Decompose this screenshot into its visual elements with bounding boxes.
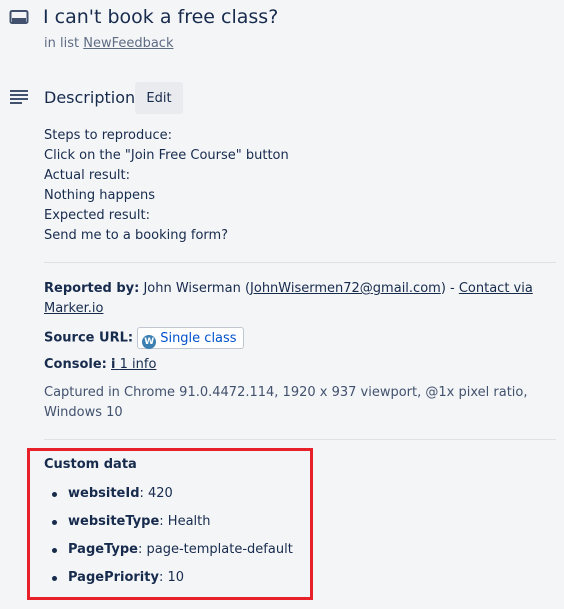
custom-data-title: Custom data — [44, 457, 137, 472]
custom-data-item: PageType: page-template-default — [44, 540, 293, 568]
description-body: Steps to reproduce: Click on the "Join F… — [44, 126, 556, 246]
custom-data-item: PagePriority: 10 — [44, 568, 293, 596]
description-line: Click on the "Join Free Course" button — [44, 148, 289, 163]
description-line: Expected result: — [44, 208, 150, 223]
reported-by-line: Reported by: John Wiserman (JohnWisermen… — [44, 281, 533, 316]
edit-description-button[interactable]: Edit — [135, 82, 183, 114]
captured-info: Captured in Chrome 91.0.4472.114, 1920 x… — [44, 385, 528, 420]
custom-data-key: PageType — [68, 542, 138, 557]
console-info-text: 1 info — [119, 357, 157, 372]
divider — [44, 439, 556, 440]
bullet-icon — [52, 492, 57, 497]
card-title: I can't book a free class? — [43, 6, 279, 28]
reporter-email-link[interactable]: JohnWisermen72@gmail.com — [250, 281, 441, 296]
list-name-link[interactable]: NewFeedback — [83, 36, 173, 51]
divider — [44, 262, 556, 263]
in-list-prefix: in list — [44, 36, 80, 51]
description-line: Steps to reproduce: — [44, 128, 173, 143]
bullet-icon — [52, 520, 57, 525]
reported-by-label: Reported by: — [44, 281, 140, 296]
description-heading: Description — [44, 88, 136, 107]
custom-data-value: Health — [167, 514, 211, 529]
console-label: Console: — [44, 357, 107, 372]
console-info-link[interactable]: i 1 info — [111, 357, 156, 372]
custom-data-key: websiteType — [68, 514, 160, 529]
custom-data-value: 10 — [167, 570, 185, 585]
source-url-label: Source URL: — [44, 330, 134, 346]
custom-data-value: 420 — [148, 486, 173, 501]
description-line: Nothing happens — [44, 188, 155, 203]
custom-data-item: websiteId: 420 — [44, 484, 293, 512]
source-url-text: Single class — [160, 331, 237, 346]
card-icon — [9, 10, 29, 24]
custom-data-item: websiteType: Health — [44, 512, 293, 540]
custom-data-key: websiteId — [68, 486, 140, 501]
console-line: Console: i 1 info — [44, 355, 556, 375]
in-list-line: in list NewFeedback — [44, 36, 173, 51]
bullet-icon — [52, 576, 57, 581]
description-line: Actual result: — [44, 168, 131, 183]
description-lines-icon — [10, 90, 28, 104]
description-line: Send me to a booking form? — [44, 228, 229, 243]
info-icon: i — [111, 357, 116, 372]
custom-data-value: page-template-default — [146, 542, 293, 557]
custom-data-key: PagePriority — [68, 570, 159, 585]
source-url-line: Source URL: W Single class — [44, 327, 556, 349]
source-url-pill[interactable]: W Single class — [137, 327, 244, 349]
reporter-name: John Wiserman — [143, 281, 241, 296]
wordpress-icon: W — [142, 335, 157, 349]
bullet-icon — [52, 548, 57, 553]
custom-data-list: websiteId: 420 websiteType: Health PageT… — [44, 484, 293, 596]
